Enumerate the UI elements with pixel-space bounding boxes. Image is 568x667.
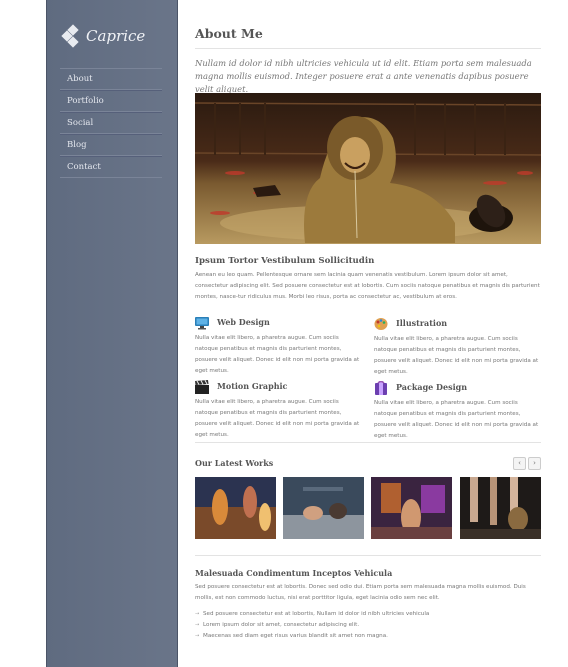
list-item: Lorem ipsum dolor sit amet, consectetur … (195, 620, 429, 631)
work-thumbnail[interactable] (371, 477, 452, 539)
footer-section-text: Sed posuere consectetur est at lobortis.… (195, 584, 526, 601)
section-text: Aenean eu leo quam. Pellentesque ornare … (195, 272, 540, 300)
feature-title: Package Design (396, 382, 468, 392)
divider (195, 48, 541, 49)
feature-text: Nulla vitae elit libero, a pharetra augu… (195, 399, 360, 438)
page-title: About Me (195, 26, 263, 41)
works-heading: Our Latest Works (195, 458, 274, 468)
work-thumbnail[interactable] (460, 477, 541, 539)
footer-section-heading: Malesuada Condimentum Inceptos Vehicula (195, 568, 393, 578)
works-carousel-nav: ‹ › (513, 457, 541, 470)
nav-item-social[interactable]: Social (60, 112, 162, 134)
intro-text: Nullam id dolor id nibh ultricies vehicu… (195, 58, 532, 94)
bullet-list: Sed posuere consectetur est at lobortis,… (195, 609, 429, 642)
work-thumbnail[interactable] (195, 477, 276, 539)
nav-item-about[interactable]: About (60, 68, 162, 90)
feature-text: Nulla vitae elit libero, a pharetra augu… (374, 400, 539, 439)
prev-arrow-icon[interactable]: ‹ (513, 457, 526, 470)
work-thumbnail[interactable] (283, 477, 364, 539)
next-arrow-icon[interactable]: › (528, 457, 541, 470)
list-item: Sed posuere consectetur est at lobortis,… (195, 609, 429, 620)
section-heading: Ipsum Tortor Vestibulum Sollicitudin (195, 256, 375, 266)
feature-title: Illustration (396, 318, 448, 328)
list-item: Maecenas sed diam eget risus varius blan… (195, 631, 429, 642)
nav-item-portfolio[interactable]: Portfolio (60, 90, 162, 112)
hero-image (195, 93, 541, 244)
sidebar-nav: About Portfolio Social Blog Contact (60, 68, 162, 178)
sidebar: Caprice About Portfolio Social Blog Cont… (46, 0, 178, 667)
feature-title: Motion Graphic (217, 381, 288, 391)
diamond-logo-icon (61, 24, 83, 48)
clapperboard-icon (195, 379, 209, 394)
nav-item-blog[interactable]: Blog (60, 134, 162, 156)
feature-text: Nulla vitae elit libero, a pharetra augu… (374, 336, 539, 375)
divider (195, 442, 541, 443)
brand-name: Caprice (86, 27, 146, 45)
feature-text: Nulla vitae elit libero, a pharetra augu… (195, 335, 360, 374)
monitor-icon (195, 315, 209, 330)
palette-icon (374, 316, 388, 330)
divider (195, 555, 541, 556)
logo[interactable]: Caprice (61, 24, 146, 48)
nav-item-contact[interactable]: Contact (60, 156, 162, 178)
feature-title: Web Design (217, 317, 270, 327)
box-icon (374, 380, 388, 395)
